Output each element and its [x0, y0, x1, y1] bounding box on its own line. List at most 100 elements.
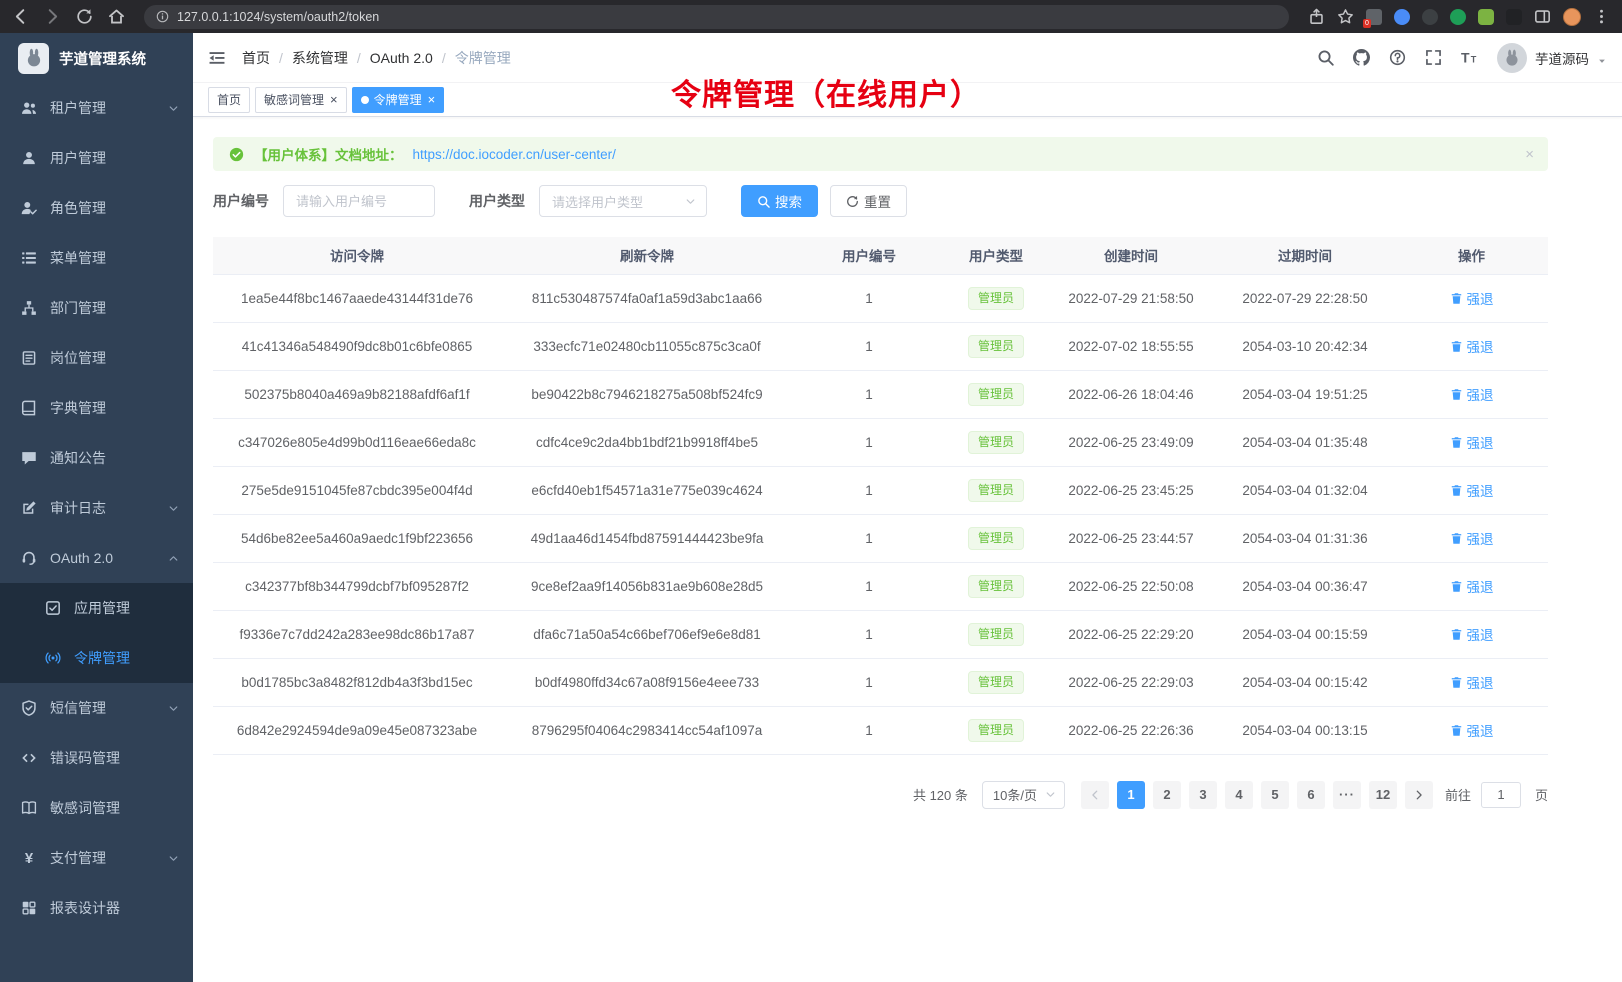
- extension-icon[interactable]: [1422, 9, 1438, 25]
- force-logout-button[interactable]: 强退: [1450, 432, 1494, 452]
- search-icon[interactable]: [1317, 49, 1334, 66]
- hamburger-icon[interactable]: [208, 49, 226, 67]
- force-logout-button[interactable]: 强退: [1450, 528, 1494, 548]
- force-logout-button[interactable]: 强退: [1450, 576, 1494, 596]
- refresh-token-cell: 811c530487574fa0af1a59d3abc1aa66: [501, 274, 793, 322]
- extension-icon[interactable]: [1506, 9, 1522, 25]
- delete-icon: [1450, 532, 1463, 545]
- breadcrumb: 首页/系统管理/OAuth 2.0/令牌管理: [242, 48, 511, 68]
- chevron-right-icon: [1413, 789, 1425, 801]
- sidebar-item-label: OAuth 2.0: [50, 550, 113, 566]
- next-page-button[interactable]: [1405, 781, 1433, 809]
- home-icon[interactable]: [108, 8, 125, 25]
- user-type-select[interactable]: 请选择用户类型: [539, 185, 707, 217]
- doc-link[interactable]: https://doc.iocoder.cn/user-center/: [413, 147, 616, 162]
- page-button-4[interactable]: 4: [1225, 781, 1253, 809]
- fullscreen-icon[interactable]: [1425, 49, 1442, 66]
- app-logo[interactable]: 芋道管理系统: [0, 33, 193, 83]
- browser-profile-avatar[interactable]: [1563, 8, 1581, 26]
- page-button-1[interactable]: 1: [1117, 781, 1145, 809]
- close-icon[interactable]: ×: [1525, 146, 1534, 163]
- page-size-select[interactable]: 10条/页: [982, 781, 1065, 809]
- sidebar-item-menu[interactable]: 菜单管理: [0, 233, 193, 283]
- github-icon[interactable]: [1353, 49, 1370, 66]
- force-logout-button[interactable]: 强退: [1450, 672, 1494, 692]
- navbar-right: TT 芋道源码: [1317, 43, 1607, 73]
- back-icon[interactable]: [12, 8, 29, 25]
- access-token-cell: 41c41346a548490f9dc8b01c6bfe0865: [213, 322, 501, 370]
- sidebar-item-tenant[interactable]: 租户管理: [0, 83, 193, 133]
- navbar: 首页/系统管理/OAuth 2.0/令牌管理 TT 芋道源码: [193, 33, 1622, 83]
- force-logout-button[interactable]: 强退: [1450, 384, 1494, 404]
- user-type-tag: 管理员: [968, 671, 1024, 694]
- sidebar-item-sensitive-word[interactable]: 敏感词管理: [0, 783, 193, 833]
- force-logout-button[interactable]: 强退: [1450, 624, 1494, 644]
- close-icon[interactable]: ×: [330, 93, 338, 106]
- prev-page-button[interactable]: [1081, 781, 1109, 809]
- sidebar-item-oauth2-token[interactable]: 令牌管理: [0, 633, 193, 683]
- pagination-more[interactable]: ···: [1333, 781, 1361, 809]
- extension-icon[interactable]: [1394, 9, 1410, 25]
- force-logout-button[interactable]: 强退: [1450, 480, 1494, 500]
- sidebar-item-payment[interactable]: ¥支付管理: [0, 833, 193, 883]
- pagination: 共 120 条 10条/页 123456···12 前往 页: [213, 781, 1548, 809]
- sidebar-item-notice[interactable]: 通知公告: [0, 433, 193, 483]
- breadcrumb-item[interactable]: 首页: [242, 48, 270, 68]
- extension-icon[interactable]: 0: [1366, 9, 1382, 25]
- reload-icon[interactable]: [76, 8, 93, 25]
- sidebar-item-oauth2-app[interactable]: 应用管理: [0, 583, 193, 633]
- address-bar[interactable]: 127.0.0.1:1024/system/oauth2/token: [144, 5, 1289, 29]
- create-time-cell: 2022-06-25 23:45:25: [1047, 466, 1215, 514]
- user-id-input[interactable]: [283, 185, 435, 217]
- extension-icon[interactable]: [1478, 9, 1494, 25]
- split-view-icon[interactable]: [1534, 8, 1551, 25]
- tab-token[interactable]: 令牌管理×: [352, 87, 445, 113]
- sidebar-item-oauth2[interactable]: OAuth 2.0: [0, 533, 193, 583]
- sidebar-item-dept[interactable]: 部门管理: [0, 283, 193, 333]
- page-button-2[interactable]: 2: [1153, 781, 1181, 809]
- sidebar-item-user[interactable]: 用户管理: [0, 133, 193, 183]
- search-button[interactable]: 搜索: [741, 185, 818, 217]
- user-menu[interactable]: 芋道源码: [1497, 43, 1607, 73]
- action-cell: 强退: [1395, 562, 1548, 610]
- delete-icon: [1450, 436, 1463, 449]
- force-logout-button[interactable]: 强退: [1450, 720, 1494, 740]
- sidebar-item-error-code[interactable]: 错误码管理: [0, 733, 193, 783]
- breadcrumb-item[interactable]: OAuth 2.0: [370, 50, 433, 66]
- browser-menu-icon[interactable]: [1593, 8, 1610, 25]
- extension-icon[interactable]: [1450, 9, 1466, 25]
- page-button-6[interactable]: 6: [1297, 781, 1325, 809]
- content: 【用户体系】文档地址： https://doc.iocoder.cn/user-…: [193, 117, 1548, 809]
- forward-icon[interactable]: [44, 8, 61, 25]
- action-cell: 强退: [1395, 466, 1548, 514]
- help-icon[interactable]: [1389, 49, 1406, 66]
- filter-bar: 用户编号 用户类型 请选择用户类型 搜索 重置: [213, 185, 1548, 217]
- sidebar-item-report-designer[interactable]: 报表设计器: [0, 883, 193, 933]
- breadcrumb-item[interactable]: 系统管理: [292, 48, 348, 68]
- page-button-12[interactable]: 12: [1369, 781, 1397, 809]
- share-icon[interactable]: [1308, 8, 1325, 25]
- tab-sensitive-word[interactable]: 敏感词管理×: [255, 87, 347, 113]
- force-logout-label: 强退: [1467, 720, 1494, 740]
- force-logout-button[interactable]: 强退: [1450, 288, 1494, 308]
- sidebar-item-post[interactable]: 岗位管理: [0, 333, 193, 383]
- breadcrumb-separator: /: [442, 50, 446, 66]
- close-icon[interactable]: ×: [428, 93, 436, 106]
- sidebar-item-dict[interactable]: 字典管理: [0, 383, 193, 433]
- create-time-cell: 2022-06-25 22:50:08: [1047, 562, 1215, 610]
- bookmark-star-icon[interactable]: [1337, 8, 1354, 25]
- sidebar-item-sms[interactable]: 短信管理: [0, 683, 193, 733]
- sidebar-item-role[interactable]: 角色管理: [0, 183, 193, 233]
- page-button-3[interactable]: 3: [1189, 781, 1217, 809]
- tab-home[interactable]: 首页: [208, 87, 250, 113]
- force-logout-button[interactable]: 强退: [1450, 336, 1494, 356]
- goto-page-input[interactable]: [1481, 782, 1521, 808]
- sidebar-item-audit-log[interactable]: 审计日志: [0, 483, 193, 533]
- rabbit-icon: [24, 48, 44, 68]
- reset-button[interactable]: 重置: [830, 185, 907, 217]
- create-time-cell: 2022-07-02 18:55:55: [1047, 322, 1215, 370]
- page-button-5[interactable]: 5: [1261, 781, 1289, 809]
- page-buttons: 123456···12: [1117, 781, 1397, 809]
- font-size-icon[interactable]: TT: [1461, 49, 1478, 66]
- site-info-icon[interactable]: [156, 10, 169, 23]
